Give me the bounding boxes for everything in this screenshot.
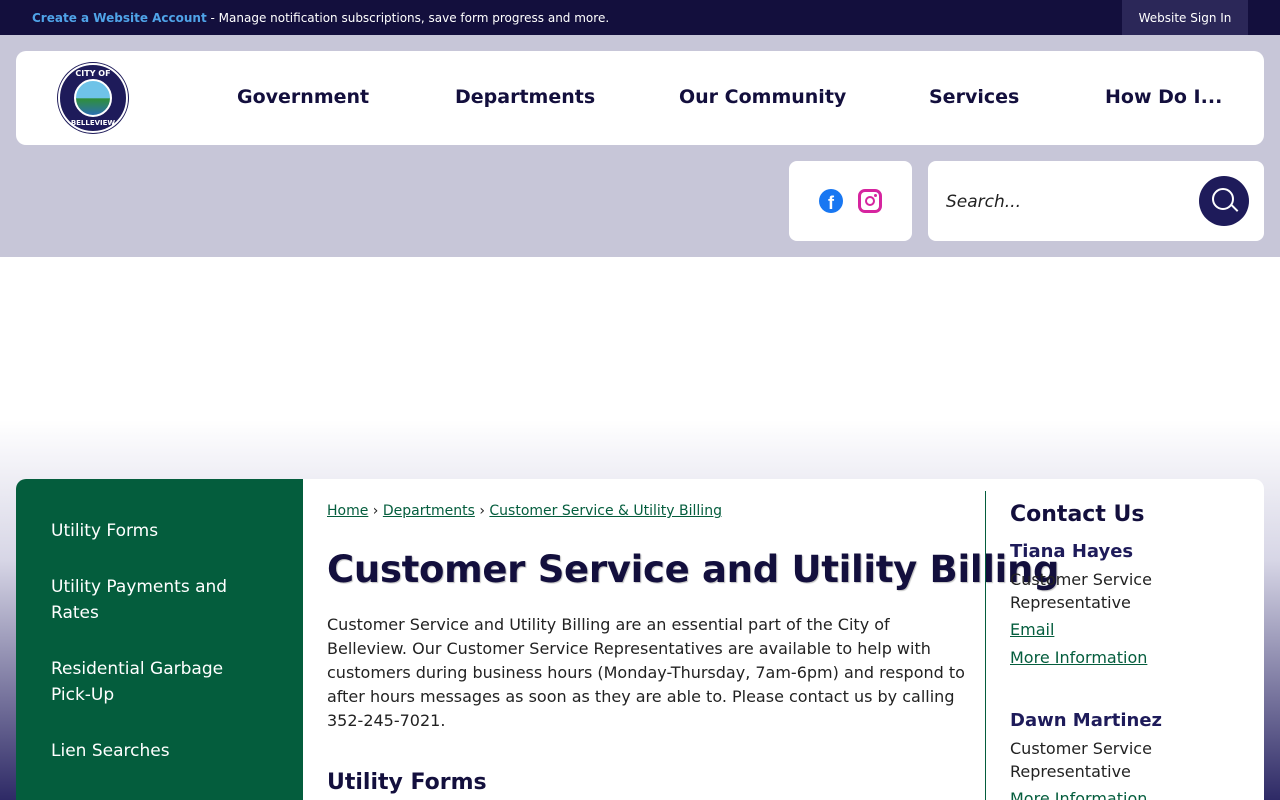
contact-us-title: Contact Us — [1010, 502, 1145, 527]
breadcrumb: Home › Departments › Customer Service & … — [327, 503, 722, 519]
create-account-link[interactable]: Create a Website Account — [32, 11, 207, 25]
breadcrumb-current[interactable]: Customer Service & Utility Billing — [489, 503, 722, 519]
contact-role: Customer Service Representative — [1010, 570, 1152, 612]
breadcrumb-departments[interactable]: Departments — [383, 503, 475, 519]
logo-top-text: CITY OF — [75, 69, 111, 78]
contact-email-link[interactable]: Email — [1010, 620, 1054, 639]
nav-how-do-i[interactable]: How Do I... — [1105, 86, 1222, 108]
breadcrumb-separator: › — [372, 503, 379, 519]
contact-role: Customer Service Representative — [1010, 739, 1152, 781]
sidebar-item-utility-forms[interactable]: Utility Forms — [51, 518, 261, 544]
social-links: f — [789, 161, 912, 241]
logo-bottom-text: BELLEVIEW — [70, 119, 116, 127]
page-title: Customer Service and Utility Billing — [327, 548, 1060, 591]
facebook-icon[interactable]: f — [819, 189, 843, 213]
logo-emblem — [74, 79, 112, 117]
nav-government[interactable]: Government — [237, 86, 369, 108]
section-title-utility-forms: Utility Forms — [327, 770, 487, 795]
contact-name: Tiana Hayes — [1010, 541, 1134, 562]
instagram-icon[interactable] — [858, 189, 882, 213]
search-button[interactable] — [1199, 176, 1249, 226]
search-box — [928, 161, 1264, 241]
nav-our-community[interactable]: Our Community — [679, 86, 846, 108]
breadcrumb-home[interactable]: Home — [327, 503, 368, 519]
nav-services[interactable]: Services — [929, 86, 1019, 108]
search-input[interactable] — [946, 187, 1196, 217]
sidebar-item-garbage-pickup[interactable]: Residential Garbage Pick-Up — [51, 656, 261, 708]
account-message: Create a Website Account - Manage notifi… — [32, 11, 609, 25]
account-message-text: - Manage notification subscriptions, sav… — [206, 10, 610, 25]
column-divider — [985, 491, 986, 800]
search-icon — [1212, 188, 1234, 210]
sidebar-nav: Utility Forms Utility Payments and Rates… — [16, 479, 303, 800]
top-utility-bar: Create a Website Account - Manage notifi… — [0, 0, 1280, 35]
nav-departments[interactable]: Departments — [455, 86, 595, 108]
website-sign-in-button[interactable]: Website Sign In — [1122, 0, 1248, 35]
main-nav-bar — [16, 51, 1264, 145]
intro-paragraph: Customer Service and Utility Billing are… — [327, 615, 965, 730]
breadcrumb-separator: › — [479, 503, 485, 519]
city-logo[interactable]: CITY OF BELLEVIEW — [58, 63, 128, 133]
contact-more-info-link[interactable]: More Information — [1010, 648, 1147, 667]
sidebar-item-utility-payments[interactable]: Utility Payments and Rates — [51, 574, 261, 626]
sidebar-item-lien-searches[interactable]: Lien Searches — [51, 738, 261, 764]
contact-more-info-link[interactable]: More Information — [1010, 789, 1147, 800]
contact-name: Dawn Martinez — [1010, 710, 1163, 731]
